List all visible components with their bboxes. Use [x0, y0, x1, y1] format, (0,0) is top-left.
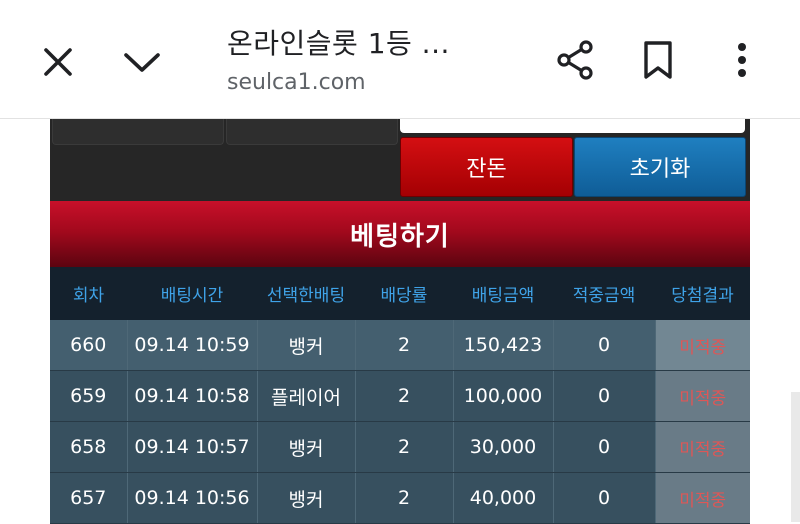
scrollbar[interactable]: [791, 392, 800, 522]
cell-win-amount: 0: [553, 320, 656, 371]
table-row: 657 09.14 10:56 뱅커 2 40,000 0 미적중: [50, 472, 750, 524]
cell-selection: 뱅커: [257, 320, 356, 371]
cell-win-amount: 0: [553, 370, 656, 422]
cell-result: 미적중: [655, 370, 750, 422]
cell-selection: 플레이어: [257, 370, 356, 422]
page-content: 잔돈 초기화 베팅하기 회차 배팅시간 선택한배팅 배당률 배팅금액 적중금액 …: [0, 119, 800, 524]
bet-control-panel: 잔돈 초기화: [50, 119, 750, 201]
cell-bet-time: 09.14 10:57: [127, 421, 258, 473]
chevron-down-icon[interactable]: [120, 42, 164, 82]
cell-result: 미적중: [655, 472, 750, 524]
cell-result: 미적중: [655, 320, 750, 371]
cell-bet-amount: 100,000: [453, 370, 554, 422]
table-row: 660 09.14 10:59 뱅커 2 150,423 0 미적중: [50, 320, 750, 371]
place-bet-button[interactable]: 베팅하기: [50, 201, 750, 267]
cell-round: 658: [50, 421, 128, 473]
cell-round: 659: [50, 370, 128, 422]
cell-odds: 2: [355, 370, 454, 422]
cell-bet-amount: 30,000: [453, 421, 554, 473]
cell-odds: 2: [355, 320, 454, 371]
cell-round: 657: [50, 472, 128, 524]
cell-win-amount: 0: [553, 472, 656, 524]
reset-button[interactable]: 초기화: [574, 137, 746, 197]
chip-slot-left[interactable]: [52, 119, 224, 145]
page-title: 온라인슬롯 1등 ...: [227, 27, 450, 60]
cell-odds: 2: [355, 421, 454, 473]
cell-selection: 뱅커: [257, 421, 356, 473]
cell-bet-amount: 150,423: [453, 320, 554, 371]
bet-history-table: 회차 배팅시간 선택한배팅 배당률 배팅금액 적중금액 당첨결과 660 09.…: [50, 267, 750, 524]
col-header-odds: 배당률: [355, 267, 453, 320]
cell-selection: 뱅커: [257, 472, 356, 524]
balance-button[interactable]: 잔돈: [400, 137, 573, 197]
browser-toolbar: 온라인슬롯 1등 ... seulca1.com: [0, 0, 800, 119]
cell-bet-time: 09.14 10:56: [127, 472, 258, 524]
cell-bet-amount: 40,000: [453, 472, 554, 524]
cell-bet-time: 09.14 10:59: [127, 320, 258, 371]
col-header-bet-time: 배팅시간: [127, 267, 257, 320]
chip-slot-right[interactable]: [226, 119, 398, 145]
table-header-row: 회차 배팅시간 선택한배팅 배당률 배팅금액 적중금액 당첨결과: [50, 267, 750, 320]
table-row: 658 09.14 10:57 뱅커 2 30,000 0 미적중: [50, 421, 750, 473]
cell-win-amount: 0: [553, 421, 656, 473]
page-url[interactable]: seulca1.com: [227, 70, 366, 95]
col-header-selection: 선택한배팅: [257, 267, 355, 320]
cell-round: 660: [50, 320, 128, 371]
cell-odds: 2: [355, 472, 454, 524]
col-header-round: 회차: [50, 267, 127, 320]
more-vert-icon[interactable]: [728, 38, 756, 82]
cell-bet-time: 09.14 10:58: [127, 370, 258, 422]
close-icon[interactable]: [38, 42, 78, 82]
col-header-bet-amount: 배팅금액: [453, 267, 553, 320]
bookmark-icon[interactable]: [638, 38, 678, 82]
amount-input[interactable]: [400, 119, 745, 133]
col-header-win-amount: 적중금액: [553, 267, 655, 320]
col-header-result: 당첨결과: [655, 267, 750, 320]
cell-result: 미적중: [655, 421, 750, 473]
share-icon[interactable]: [552, 38, 598, 82]
table-row: 659 09.14 10:58 플레이어 2 100,000 0 미적중: [50, 370, 750, 422]
